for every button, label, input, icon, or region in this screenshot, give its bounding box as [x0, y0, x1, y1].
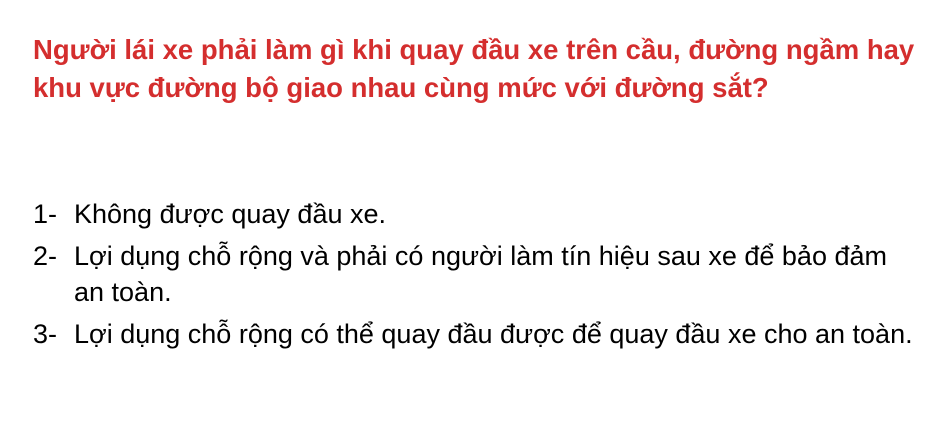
answer-number: 1-	[33, 199, 58, 229]
question-text: Người lái xe phải làm gì khi quay đầu xe…	[33, 34, 915, 103]
answer-text: Lợi dụng chỗ rộng và phải có người làm t…	[74, 240, 887, 308]
answer-option-3[interactable]: 3- Lợi dụng chỗ rộng có thể quay đầu đượ…	[33, 316, 923, 353]
answer-option-1[interactable]: 1- Không được quay đầu xe.	[33, 196, 923, 233]
answer-text: Không được quay đầu xe.	[74, 199, 386, 229]
answer-number: 3-	[33, 318, 58, 349]
answer-number: 2-	[33, 240, 58, 271]
answer-text: Lợi dụng chỗ rộng có thể quay đầu được đ…	[74, 318, 913, 349]
quiz-slide: Người lái xe phải làm gì khi quay đầu xe…	[0, 0, 942, 433]
answer-list: 1- Không được quay đầu xe. 2- Lợi dụng c…	[33, 196, 923, 357]
answer-option-2[interactable]: 2- Lợi dụng chỗ rộng và phải có người là…	[33, 238, 923, 311]
